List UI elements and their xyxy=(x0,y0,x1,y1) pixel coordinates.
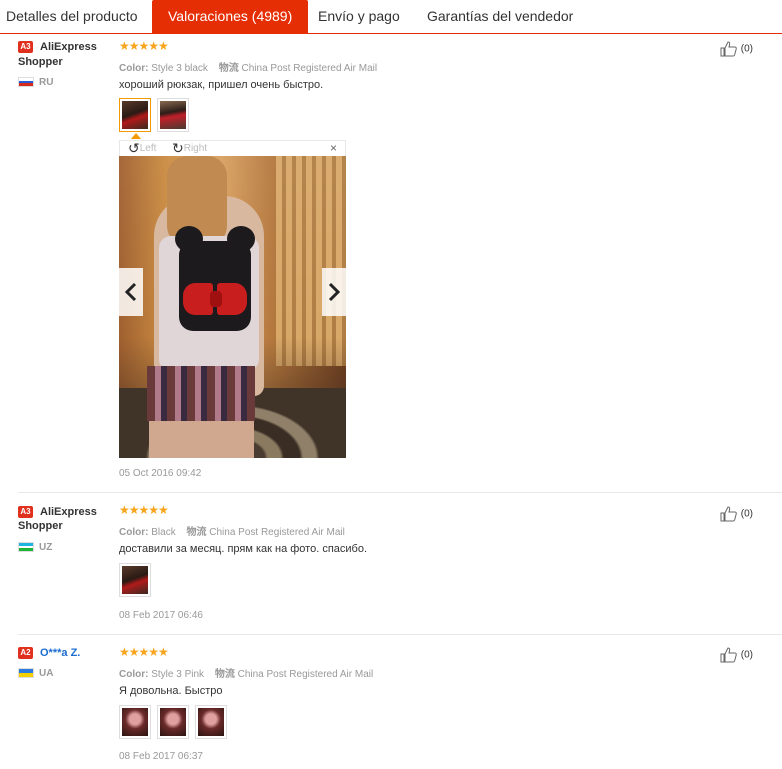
chevron-right-icon xyxy=(328,282,341,302)
buyer-level-badge: A3 xyxy=(18,506,33,518)
helpful-button[interactable]: (0) xyxy=(720,506,753,522)
tab-reviews[interactable]: Valoraciones (4989) xyxy=(152,0,309,34)
tab-bar: Detalles del producto Valoraciones (4989… xyxy=(0,0,782,34)
order-info: Color: Style 3 black 物流 China Post Regis… xyxy=(119,59,377,74)
helpful-button[interactable]: (0) xyxy=(720,41,753,57)
chevron-left-icon xyxy=(124,282,137,302)
thumbs-up-icon xyxy=(720,647,737,663)
order-info: Color: Style 3 Pink 物流 China Post Regist… xyxy=(119,665,373,680)
review-divider xyxy=(18,634,782,635)
shipping-label: 物流 xyxy=(214,669,235,680)
tab-shipping[interactable]: Envío y pago xyxy=(318,0,400,34)
helpful-count: (0) xyxy=(740,649,754,661)
previous-photo-button[interactable] xyxy=(119,268,143,316)
rotate-right-button[interactable]: ↻Right xyxy=(172,141,207,156)
order-info: Color: Black 物流 China Post Registered Ai… xyxy=(119,523,345,538)
review-date: 08 Feb 2017 06:46 xyxy=(119,610,203,621)
color-label: Color: xyxy=(119,669,149,680)
helpful-count: (0) xyxy=(740,43,754,55)
rotate-left-icon: ↺ xyxy=(128,140,140,156)
shipping-value: China Post Registered Air Mail xyxy=(241,63,378,74)
shipping-value: China Post Registered Air Mail xyxy=(209,527,345,538)
buyer-name-line2: Shopper xyxy=(18,520,63,532)
star-rating: ★★★★★ xyxy=(119,39,169,53)
buyer-name: AliExpress xyxy=(40,41,97,53)
review-photo-thumb[interactable] xyxy=(195,705,227,739)
thumbs-up-icon xyxy=(720,41,737,57)
buyer-name-line2: Shopper xyxy=(18,56,63,68)
helpful-count: (0) xyxy=(740,508,754,520)
review-photo-thumb[interactable] xyxy=(119,98,151,132)
review-photo-large xyxy=(119,156,346,458)
star-rating: ★★★★★ xyxy=(119,645,169,659)
review-photo-thumb[interactable] xyxy=(157,98,189,132)
active-thumb-pointer xyxy=(131,133,141,139)
rotate-right-icon: ↻ xyxy=(172,140,184,156)
buyer-country: RU xyxy=(39,77,54,88)
buyer-level-badge: A2 xyxy=(18,647,33,659)
star-rating: ★★★★★ xyxy=(119,503,169,517)
buyer-name[interactable]: O***a Z. xyxy=(40,647,80,659)
tab-product-details[interactable]: Detalles del producto xyxy=(6,0,138,34)
flag-uz-icon xyxy=(18,542,34,552)
buyer-country: UA xyxy=(39,668,54,679)
color-label: Color: xyxy=(119,63,149,74)
color-value: Style 3 black xyxy=(151,63,208,74)
review-text: хороший рюкзак, пришел очень быстро. xyxy=(119,79,324,91)
close-icon[interactable]: × xyxy=(330,141,337,156)
review-photo-thumb[interactable] xyxy=(119,563,151,597)
review-text: доставили за месяц. прям как на фото. сп… xyxy=(119,543,368,555)
flag-ru-icon xyxy=(18,77,34,87)
review-date: 08 Feb 2017 06:37 xyxy=(119,751,203,762)
review-divider xyxy=(18,492,782,493)
next-photo-button[interactable] xyxy=(322,268,346,316)
thumbs-up-icon xyxy=(720,506,737,522)
shipping-label: 物流 xyxy=(186,527,207,538)
review-date: 05 Oct 2016 09:42 xyxy=(119,468,202,479)
shipping-value: China Post Registered Air Mail xyxy=(237,669,374,680)
color-label: Color: xyxy=(119,527,149,538)
helpful-button[interactable]: (0) xyxy=(720,647,753,663)
photo-viewer-toolbar: ↺Left ↻Right × xyxy=(119,140,346,157)
review-text: Я довольна. Быстро xyxy=(119,685,223,697)
color-value: Black xyxy=(151,527,176,538)
flag-ua-icon xyxy=(18,668,34,678)
review-photo-thumb[interactable] xyxy=(119,705,151,739)
tab-seller-guarantees[interactable]: Garantías del vendedor xyxy=(427,0,573,34)
buyer-level-badge: A3 xyxy=(18,41,33,53)
shipping-label: 物流 xyxy=(218,63,239,74)
buyer-country: UZ xyxy=(39,542,53,553)
review-photo-thumb[interactable] xyxy=(157,705,189,739)
rotate-left-button[interactable]: ↺Left xyxy=(128,141,156,156)
buyer-name: AliExpress xyxy=(40,506,97,518)
color-value: Style 3 Pink xyxy=(151,669,205,680)
